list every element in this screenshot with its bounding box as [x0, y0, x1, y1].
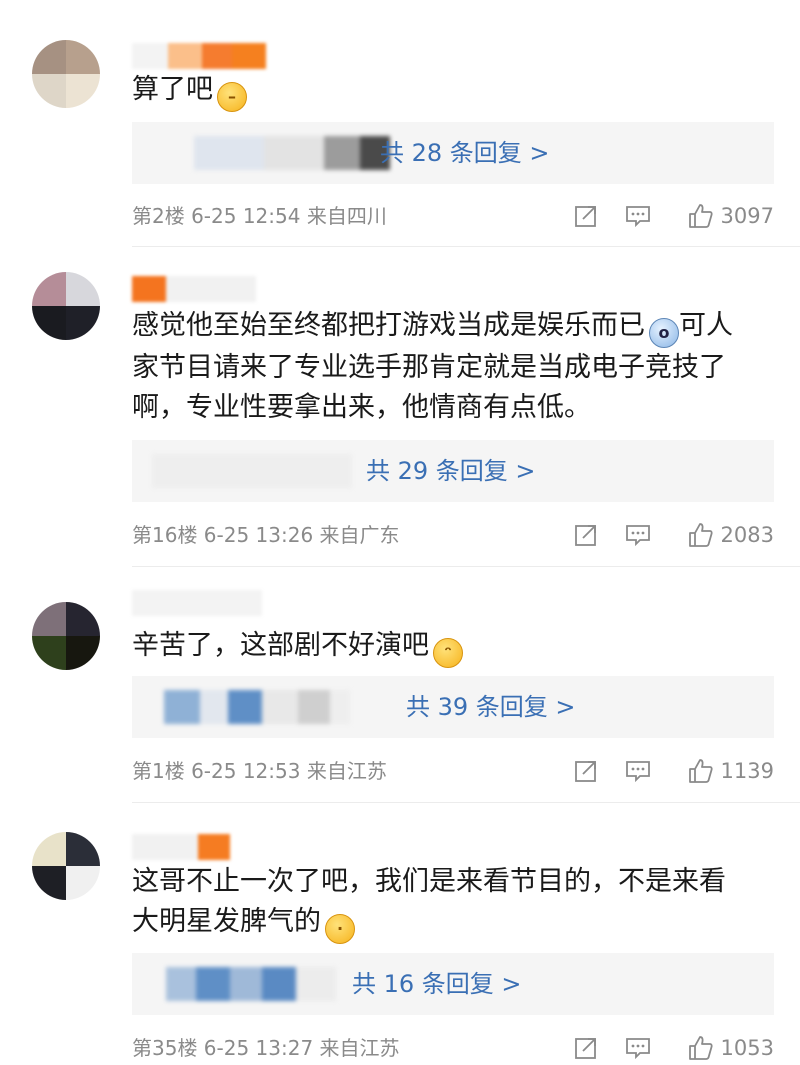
comment-text-line: 家节目请来了专业选手那肯定就是当成电子竞技了	[132, 352, 726, 383]
view-replies-link[interactable]: 共 39 条回复 >	[406, 676, 576, 738]
thumbs-up-icon	[688, 759, 713, 783]
like-button[interactable]: 1053	[687, 1035, 774, 1061]
comment-text: 感觉他至始至终都把打游戏当成是娱乐而已 o 可人 家节目请来了专业选手那肯定就是当成…	[132, 306, 772, 428]
avatar[interactable]	[32, 832, 100, 900]
username-redacted[interactable]	[132, 276, 256, 302]
comment-text-line: 感觉他至始至终都把打游戏当成是娱乐而已	[132, 310, 645, 341]
comment-text-line: 大明星发脾气的	[132, 906, 321, 937]
comment-text: 算了吧 –	[132, 70, 772, 112]
comment-text-line: 可人	[679, 310, 733, 341]
reply-users-redacted	[166, 967, 336, 1001]
divider	[132, 566, 800, 567]
comment-actions: 2083	[573, 519, 774, 551]
thinking-emoji-icon: ·	[325, 914, 355, 944]
like-button[interactable]: 3097	[687, 203, 774, 229]
like-button[interactable]: 2083	[687, 522, 774, 548]
comment-button[interactable]	[625, 1035, 651, 1061]
view-replies-link[interactable]: 共 16 条回复 >	[352, 953, 522, 1015]
comment-actions: 3097	[573, 200, 774, 232]
comment-text-line: 这哥不止一次了吧，我们是来看节目的，不是来看	[132, 866, 726, 897]
comment-button[interactable]	[625, 522, 651, 548]
comment-icon	[625, 525, 650, 547]
avatar[interactable]	[32, 272, 100, 340]
reply-preview[interactable]: 共 28 条回复 >	[132, 122, 774, 184]
comment-text-line: 啊，专业性要拿出来，他情商有点低。	[132, 392, 591, 423]
username-redacted[interactable]	[132, 834, 230, 860]
share-button[interactable]	[573, 522, 599, 548]
comment-meta: 第16楼 6-25 13:26 来自广东	[132, 523, 400, 547]
reply-users-redacted	[164, 690, 350, 724]
comment-button[interactable]	[625, 758, 651, 784]
view-replies-link[interactable]: 共 28 条回复 >	[380, 122, 550, 184]
username-redacted[interactable]	[132, 590, 262, 616]
comment-actions: 1139	[573, 755, 774, 787]
view-replies-link[interactable]: 共 29 条回复 >	[366, 440, 536, 502]
reply-preview[interactable]: 共 29 条回复 >	[132, 440, 774, 502]
share-icon	[574, 1038, 596, 1059]
thumbs-up-icon	[688, 523, 713, 547]
comment-text-content: 算了吧	[132, 74, 213, 105]
like-count: 2083	[720, 523, 774, 547]
avatar[interactable]	[32, 602, 100, 670]
laugh-cry-emoji-icon: ᵔ	[433, 638, 463, 668]
comment-meta: 第35楼 6-25 13:27 来自江苏	[132, 1036, 400, 1060]
share-button[interactable]	[573, 1035, 599, 1061]
reply-users-redacted	[152, 454, 352, 488]
divider	[132, 246, 800, 247]
comment-meta: 第1楼 6-25 12:53 来自江苏	[132, 759, 387, 783]
comment-button[interactable]	[625, 203, 651, 229]
comment-text: 辛苦了，这部剧不好演吧 ᵔ	[132, 626, 772, 668]
like-count: 1053	[720, 1036, 774, 1060]
avatar[interactable]	[32, 40, 100, 108]
share-icon	[574, 206, 596, 227]
comment-icon	[625, 206, 650, 228]
share-button[interactable]	[573, 203, 599, 229]
like-count: 1139	[720, 759, 774, 783]
thumbs-up-icon	[688, 1036, 713, 1060]
comment-text: 这哥不止一次了吧，我们是来看节目的，不是来看 大明星发脾气的 ·	[132, 862, 772, 944]
divider	[132, 802, 800, 803]
comment-text-content: 辛苦了，这部剧不好演吧	[132, 630, 429, 661]
share-button[interactable]	[573, 758, 599, 784]
share-icon	[574, 525, 596, 546]
username-redacted[interactable]	[132, 43, 266, 69]
comment-icon	[625, 761, 650, 783]
comment-meta: 第2楼 6-25 12:54 来自四川	[132, 204, 387, 228]
like-count: 3097	[720, 204, 774, 228]
thumbs-up-icon	[688, 204, 713, 228]
reply-users-redacted	[194, 136, 390, 170]
reply-preview[interactable]: 共 39 条回复 >	[132, 676, 774, 738]
smirk-emoji-icon: –	[217, 82, 247, 112]
comment-actions: 1053	[573, 1032, 774, 1064]
shocked-panda-emoji-icon: o	[649, 318, 679, 348]
comment-icon	[625, 1038, 650, 1060]
like-button[interactable]: 1139	[687, 758, 774, 784]
reply-preview[interactable]: 共 16 条回复 >	[132, 953, 774, 1015]
share-icon	[574, 761, 596, 782]
